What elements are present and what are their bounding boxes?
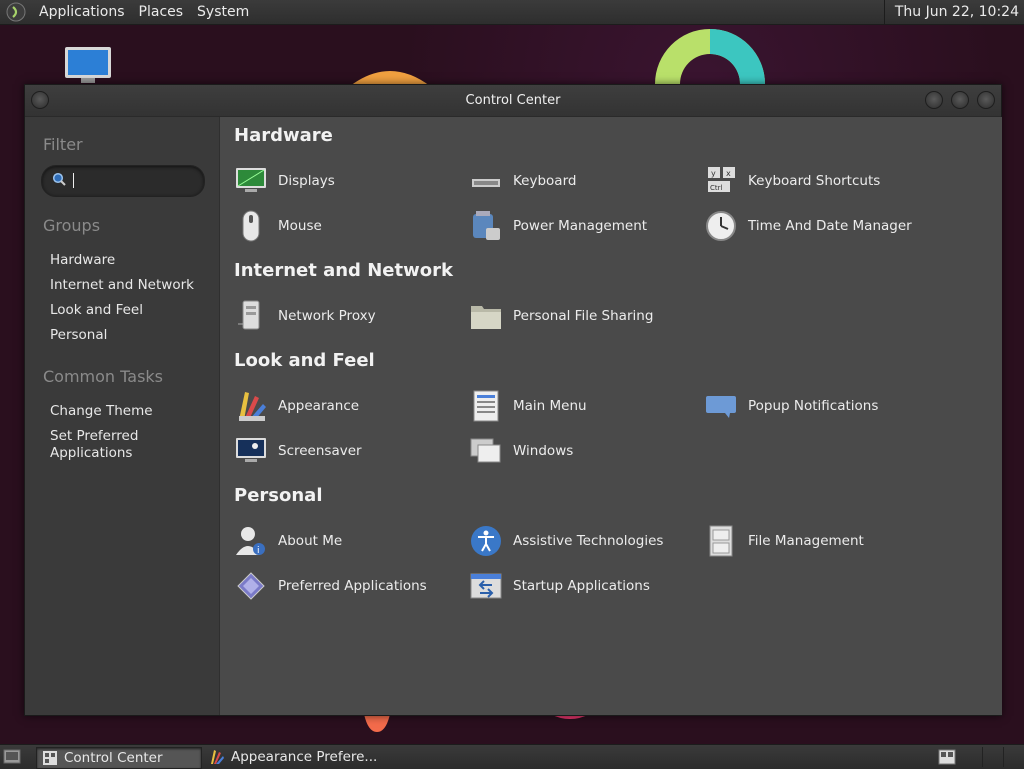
item-personal-file-sharing[interactable]: Personal File Sharing [469,298,653,334]
appearance-icon [234,389,268,423]
display-icon [234,164,268,198]
window-title: Control Center [465,93,561,108]
close-button[interactable] [977,91,995,109]
item-screensaver[interactable]: Screensaver [234,433,362,469]
filter-heading: Filter [43,135,83,154]
item-power-management[interactable]: Power Management [469,208,647,244]
item-assistive-technologies[interactable]: Assistive Technologies [469,523,663,559]
wallpaper-shape [350,71,430,86]
group-link-internet-and-network[interactable]: Internet and Network [50,277,194,294]
svg-text:x: x [726,169,731,178]
windows-icon [469,434,503,468]
svg-text:i: i [257,546,260,556]
item-mouse[interactable]: Mouse [234,208,322,244]
control-center-task-icon [43,751,57,765]
startup-apps-icon [469,569,503,603]
group-title-look-and-feel: Look and Feel [234,350,375,371]
power-management-icon [469,209,503,243]
item-about-me[interactable]: i About Me [234,523,342,559]
clock-icon [704,209,738,243]
keyboard-icon [469,164,503,198]
network-proxy-icon [234,299,268,333]
window-menu-button[interactable] [31,91,49,109]
item-time-and-date[interactable]: Time And Date Manager [704,208,912,244]
main-menu-icon [469,389,503,423]
item-appearance[interactable]: Appearance [234,388,359,424]
bottom-panel: Control Center Appearance Prefere... [0,744,1024,769]
clock[interactable]: Thu Jun 22, 10:24 [883,0,1024,24]
workspace-switcher-icon[interactable] [938,749,956,765]
search-input[interactable] [41,165,205,197]
group-link-personal[interactable]: Personal [50,327,107,344]
wallpaper-ring [655,29,765,84]
wallpaper-shape [364,714,390,732]
common-tasks-heading: Common Tasks [43,367,164,386]
titlebar[interactable]: Control Center [25,85,1001,117]
task-set-preferred-applications[interactable]: Set Preferred Applications [50,428,138,462]
group-title-personal: Personal [234,485,323,506]
accessibility-icon [469,524,503,558]
group-link-hardware[interactable]: Hardware [50,252,115,269]
applications-menu[interactable]: Applications [32,0,132,24]
workspace-2[interactable] [1003,747,1024,767]
task-appearance-preferences[interactable]: Appearance Prefere... [204,747,384,767]
item-network-proxy[interactable]: Network Proxy [234,298,376,334]
item-preferred-applications[interactable]: Preferred Applications [234,568,427,604]
minimize-button[interactable] [925,91,943,109]
item-popup-notifications[interactable]: Popup Notifications [704,388,878,424]
groups-heading: Groups [43,216,101,235]
control-center-window: Control Center Filter Groups Hardware In… [24,84,1002,716]
item-keyboard[interactable]: Keyboard [469,163,576,199]
text-caret [73,173,74,188]
places-menu[interactable]: Places [132,0,191,24]
item-windows[interactable]: Windows [469,433,573,469]
system-menu[interactable]: System [190,0,256,24]
item-keyboard-shortcuts[interactable]: y x Ctrl Keyboard Shortcuts [704,163,880,199]
computer-icon[interactable] [63,46,113,86]
notification-icon [704,389,738,423]
show-desktop-icon[interactable] [3,749,21,765]
group-title-hardware: Hardware [234,125,333,146]
appearance-task-icon [211,750,224,764]
workspace-1[interactable] [982,747,1003,767]
group-link-look-and-feel[interactable]: Look and Feel [50,302,143,319]
svg-text:Ctrl: Ctrl [710,184,723,192]
preferred-apps-icon [234,569,268,603]
svg-text:y: y [711,169,716,178]
about-me-icon: i [234,524,268,558]
task-control-center[interactable]: Control Center [36,747,202,769]
item-main-menu[interactable]: Main Menu [469,388,587,424]
item-displays[interactable]: Displays [234,163,335,199]
top-panel: Applications Places System Thu Jun 22, 1… [0,0,1024,25]
main-panel: Hardware Displays Keyboard y x Ctrl Keyboa… [219,117,1002,715]
screensaver-icon [234,434,268,468]
folder-share-icon [469,299,503,333]
search-icon [52,172,66,186]
keyboard-shortcuts-icon: y x Ctrl [704,164,738,198]
mate-logo-icon[interactable] [6,2,26,22]
sidebar: Filter Groups Hardware Internet and Netw… [25,117,219,715]
item-file-management[interactable]: File Management [704,523,864,559]
item-startup-applications[interactable]: Startup Applications [469,568,650,604]
task-change-theme[interactable]: Change Theme [50,403,153,420]
mouse-icon [234,209,268,243]
group-title-internet-and-network: Internet and Network [234,260,453,281]
file-cabinet-icon [704,524,738,558]
maximize-button[interactable] [951,91,969,109]
